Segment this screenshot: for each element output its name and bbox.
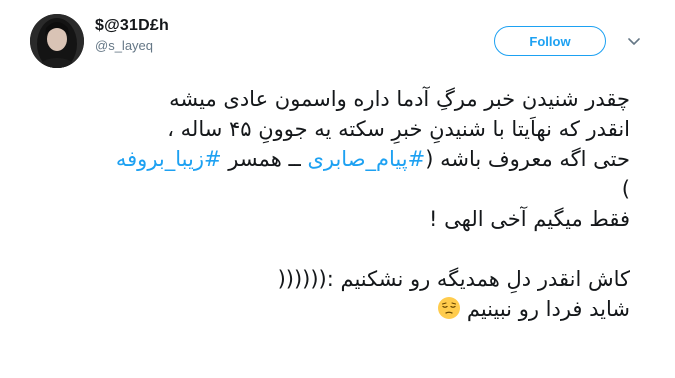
tweet-line: چقدر شنیدن خبر مرگِ آدما داره واسمون عاد…	[169, 87, 630, 111]
tweet-text-span: حتی اگه معروف باشه (	[425, 147, 630, 171]
chevron-down-icon[interactable]	[626, 33, 642, 49]
tweet-text-span: ــ همسر	[221, 147, 308, 171]
hashtag-link[interactable]: #پیام_صابری	[307, 147, 425, 171]
avatar[interactable]	[30, 14, 84, 68]
tweet-line: کاش انقدر دلِ همدیگه رو نشکنیم :((((((	[277, 267, 630, 291]
username-handle[interactable]: @s_layeq	[95, 38, 169, 53]
user-info: $@31D£h @s_layeq	[95, 17, 169, 53]
display-name[interactable]: $@31D£h	[95, 17, 169, 35]
follow-button[interactable]: Follow	[494, 26, 606, 56]
tweet-line: انقدر که نهاَیتا با شنیدنِ خبرِ سکته یه …	[167, 117, 630, 141]
tweet-line: فقط میگیم آخی الهی !	[429, 207, 630, 231]
tweet-line: )	[621, 177, 630, 201]
tweet-line: حتی اگه معروف باشه (#پیام_صابری ــ همسر …	[40, 144, 630, 174]
tweet-line: شاید فردا رو نبینیم	[40, 294, 630, 324]
tweet-text: چقدر شنیدن خبر مرگِ آدما داره واسمون عاد…	[40, 84, 630, 324]
tweet-text-span: شاید فردا رو نبینیم	[466, 297, 630, 321]
tweet-card: $@31D£h @s_layeq Follow چقدر شنیدن خبر م…	[0, 0, 675, 378]
hashtag-link[interactable]: #زیبا_بروفه	[116, 147, 222, 171]
pensive-face-emoji-icon	[437, 297, 460, 319]
